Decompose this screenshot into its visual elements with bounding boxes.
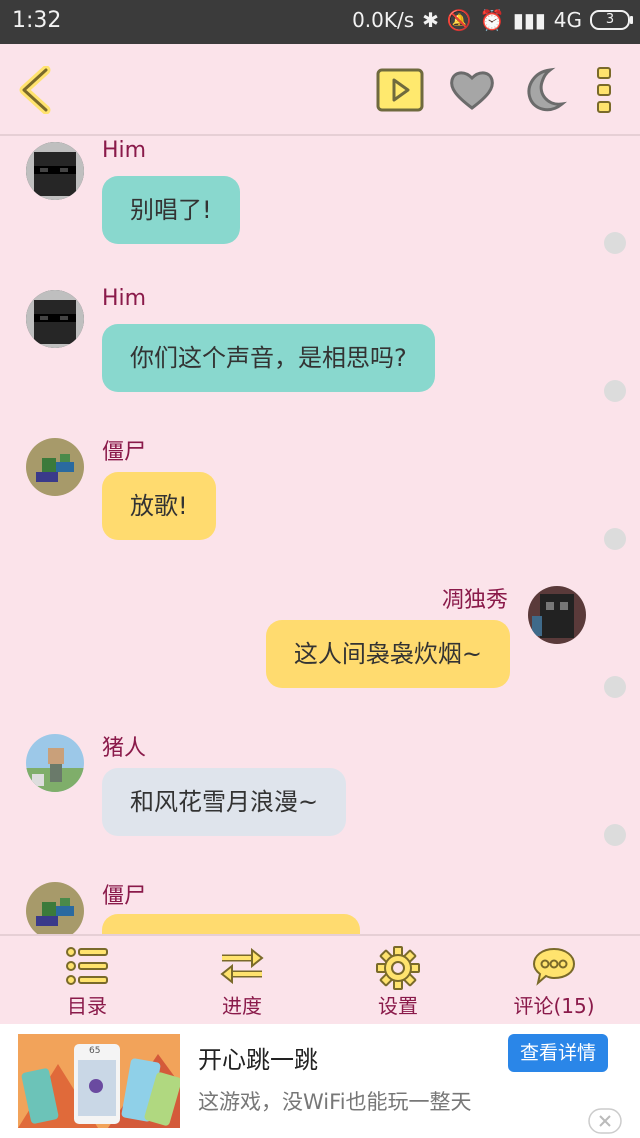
message-indicator-dot: [604, 232, 626, 254]
sender-name: 僵尸: [102, 884, 147, 909]
signal-icon: ▮▮▮: [512, 8, 546, 32]
alarm-icon: ⏰: [479, 8, 505, 32]
nav-progress-label: 进度: [222, 994, 262, 1018]
nav-progress-button[interactable]: 进度: [187, 936, 297, 1026]
net-speed: 0.0K/s: [352, 8, 415, 32]
play-icon[interactable]: [376, 66, 424, 114]
message-indicator-dot: [604, 824, 626, 846]
list-icon: [66, 947, 108, 985]
mute-bell-icon: 🔕: [446, 8, 472, 32]
nav-comments-label: 评论(15): [513, 994, 595, 1018]
network-type: 4G: [553, 8, 582, 32]
ad-banner[interactable]: 65 开心跳一跳 这游戏，没WiFi也能玩一整天 查看详情: [0, 1024, 640, 1138]
gear-icon: [376, 946, 420, 990]
nav-settings-label: 设置: [378, 994, 418, 1018]
night-mode-moon-icon[interactable]: [520, 66, 568, 114]
heart-icon[interactable]: [448, 66, 496, 114]
top-toolbar: [0, 44, 640, 136]
chat-bubble-icon: [532, 947, 576, 986]
battery-icon: 3: [590, 10, 633, 30]
pigman-avatar[interactable]: [26, 734, 84, 792]
status-time: 1:32: [12, 8, 62, 33]
status-icons: 0.0K/s ✱ 🔕 ⏰ ▮▮▮ 4G 3: [352, 8, 633, 32]
nav-catalog-button[interactable]: 目录: [32, 936, 142, 1026]
sender-name: 僵尸: [102, 440, 147, 465]
message-indicator-dot: [604, 528, 626, 550]
sender-name: 凋独秀: [442, 588, 509, 613]
nav-catalog-label: 目录: [67, 994, 107, 1018]
zombie-avatar[interactable]: [26, 882, 84, 934]
message-bubble[interactable]: 别唱了!: [102, 176, 240, 244]
sender-name: Him: [102, 138, 147, 163]
message-bubble[interactable]: 和风花雪月浪漫~: [102, 768, 347, 836]
message-bubble[interactable]: 你们这个声音，是相思吗?: [102, 324, 435, 392]
wither-avatar[interactable]: [528, 586, 586, 644]
bottom-nav: 目录 进度 设置 评论(15): [0, 934, 640, 1026]
zombie-avatar[interactable]: [26, 438, 84, 496]
bluetooth-icon: ✱: [422, 8, 439, 32]
swap-arrows-icon: [220, 947, 264, 985]
ad-close-icon[interactable]: [588, 1108, 622, 1138]
message-indicator-dot: [604, 676, 626, 698]
message-bubble[interactable]: 放歌!: [102, 472, 216, 540]
back-arrow-icon[interactable]: [14, 65, 62, 115]
message-bubble[interactable]: [102, 914, 360, 934]
ad-thumb-number: 65: [89, 1046, 101, 1056]
sender-name: 猪人: [102, 736, 147, 761]
nav-settings-button[interactable]: 设置: [343, 936, 453, 1026]
ad-details-button[interactable]: 查看详情: [508, 1034, 608, 1072]
message-indicator-dot: [604, 380, 626, 402]
more-menu-icon[interactable]: [586, 66, 622, 114]
ad-thumbnail[interactable]: 65: [18, 1034, 180, 1128]
chat-area[interactable]: Him 别唱了! Him 你们这个声音，是相思吗? 僵尸 放歌! 凋独秀 这人间…: [0, 136, 640, 934]
ad-title[interactable]: 开心跳一跳: [198, 1040, 318, 1075]
ad-description: 这游戏，没WiFi也能玩一整天: [198, 1090, 472, 1114]
nav-comments-button[interactable]: 评论(15): [499, 936, 609, 1026]
message-bubble[interactable]: 这人间袅袅炊烟~: [265, 620, 510, 688]
status-bar: 1:32 0.0K/s ✱ 🔕 ⏰ ▮▮▮ 4G 3: [0, 0, 640, 44]
sunglasses-avatar[interactable]: [26, 290, 84, 348]
sender-name: Him: [102, 286, 147, 311]
sunglasses-avatar[interactable]: [26, 142, 84, 200]
